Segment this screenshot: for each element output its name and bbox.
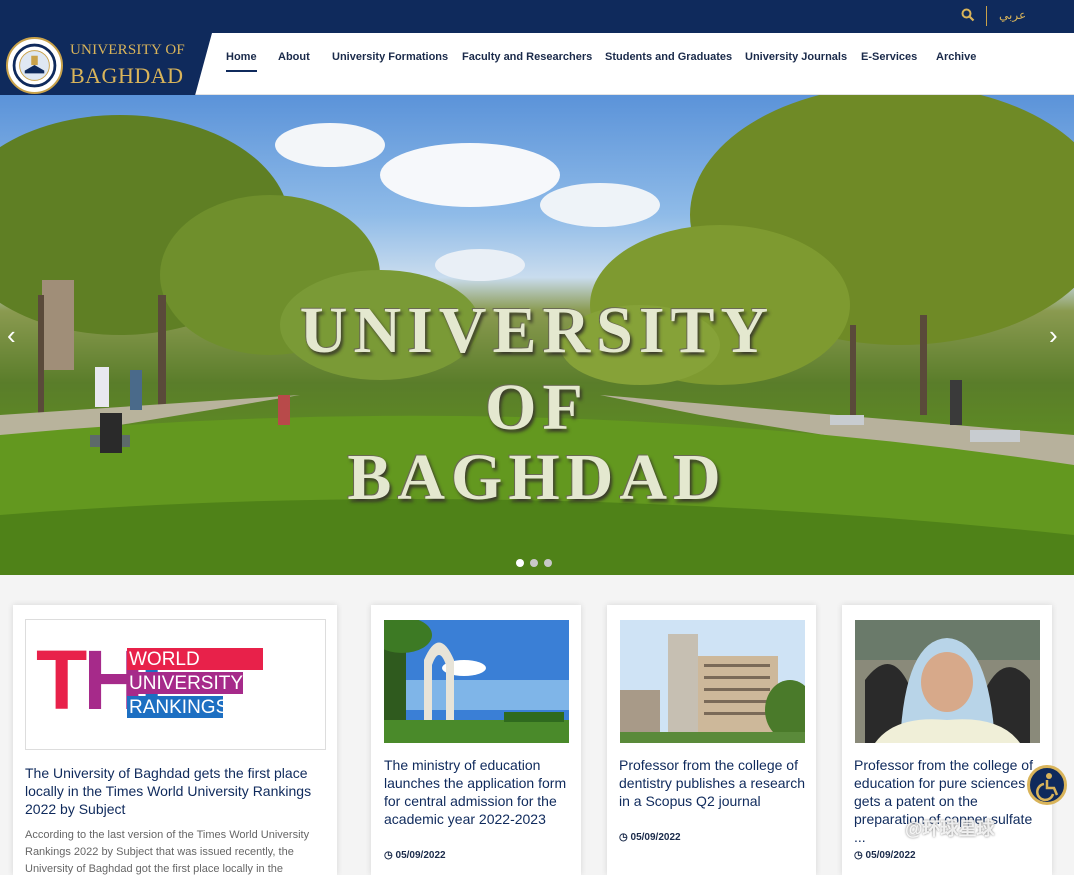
news-card-4-date: ◷ 05/09/2022 — [854, 850, 916, 861]
news-card-1[interactable]: THE WORLD UNIVERSITY RANKINGS The Univer… — [13, 605, 337, 875]
nav-students-and-graduates[interactable]: Students and Graduates — [605, 51, 732, 63]
slider-prev-icon[interactable]: ‹ — [7, 320, 16, 351]
news-card-3-image — [620, 620, 805, 743]
nav-e-services[interactable]: E-Services — [861, 51, 917, 63]
accessibility-icon — [1036, 773, 1059, 802]
nav-university-formations[interactable]: University Formations — [332, 51, 448, 63]
news-card-1-title[interactable]: The University of Baghdad gets the first… — [25, 764, 327, 818]
the-logo-word2: UNIVERSITY — [129, 673, 244, 694]
clock-icon: ◷ — [384, 850, 393, 861]
news-card-2-image — [384, 620, 569, 743]
slider-dot-1[interactable] — [516, 559, 524, 567]
clock-icon: ◷ — [854, 850, 863, 861]
news-card-4-image — [855, 620, 1040, 743]
slider-dot-3[interactable] — [544, 559, 552, 567]
news-card-3[interactable]: Professor from the college of dentistry … — [607, 605, 816, 875]
slider-dot-2[interactable] — [530, 559, 538, 567]
the-logo-word1: WORLD — [129, 649, 200, 670]
news-card-2-date: ◷ 05/09/2022 — [384, 850, 446, 861]
news-card-2-title[interactable]: The ministry of education launches the a… — [384, 756, 572, 828]
topbar-divider — [986, 6, 987, 26]
news-card-2[interactable]: The ministry of education launches the a… — [371, 605, 581, 875]
hero-title-line1: UNIVERSITY — [299, 294, 775, 367]
nav-faculty-and-researchers[interactable]: Faculty and Researchers — [462, 51, 592, 63]
watermark-text: @环球星球 — [905, 819, 995, 839]
hero-title-line2: OF — [485, 371, 589, 444]
language-switch-link[interactable]: عربي — [999, 8, 1026, 22]
hero-slider: UNIVERSITY OF BAGHDAD ‹ › — [0, 95, 1074, 575]
the-logo-word3: RANKINGS — [129, 697, 229, 718]
hero-title-line3: BAGHDAD — [347, 441, 727, 514]
news-card-3-title[interactable]: Professor from the college of dentistry … — [619, 756, 807, 810]
nav-links: Home About University Formations Faculty… — [0, 33, 1074, 83]
times-rankings-logo: THE WORLD UNIVERSITY RANKINGS — [25, 619, 326, 750]
nav-archive[interactable]: Archive — [936, 51, 976, 63]
news-card-3-date: ◷ 05/09/2022 — [619, 832, 681, 843]
clock-icon: ◷ — [619, 832, 628, 843]
slider-next-icon[interactable]: › — [1049, 320, 1058, 351]
nav-about[interactable]: About — [278, 51, 310, 63]
accessibility-button[interactable] — [1027, 765, 1067, 805]
nav-university-journals[interactable]: University Journals — [745, 51, 847, 63]
nav-home[interactable]: Home — [226, 51, 257, 72]
top-bar: عربي — [0, 0, 1074, 33]
news-card-1-excerpt: According to the last version of the Tim… — [25, 829, 310, 875]
search-icon[interactable] — [961, 8, 975, 22]
